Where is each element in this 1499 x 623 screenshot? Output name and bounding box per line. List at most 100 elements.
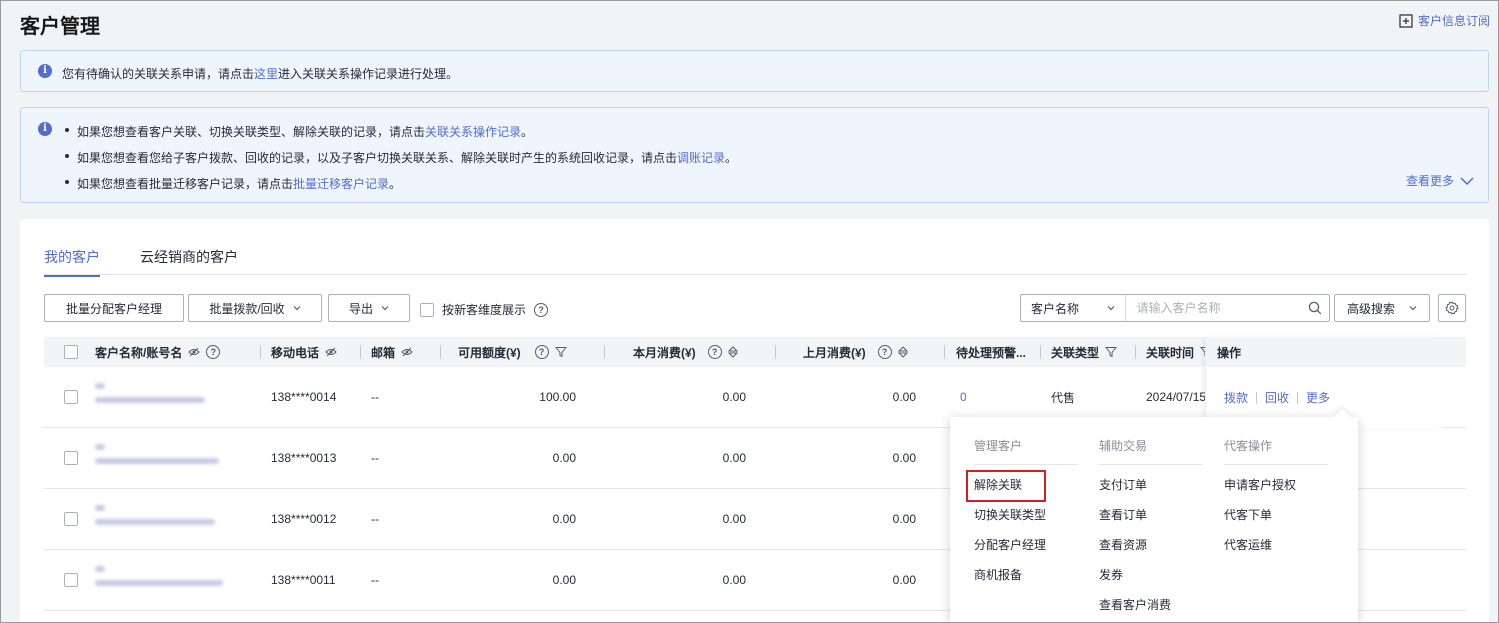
help-icon[interactable]: ? [534,345,549,359]
menu-group-manage: 管理客户 解除关联 切换关联类型 分配客户经理 商机报备 [966,437,1078,589]
filter-icon[interactable] [1105,346,1118,358]
new-dimension-checkbox[interactable] [420,302,434,317]
col-credit-label: 可用额度(¥) [458,345,521,360]
sort-icon[interactable] [897,346,908,358]
migration-records-link[interactable]: 批量迁移客户记录 [293,177,389,191]
this-month-cell: 0.00 [722,451,746,465]
page-title: 客户管理 [20,16,100,38]
email-cell: -- [371,390,379,404]
relation-records-link[interactable]: 关联关系操作记录 [425,125,521,139]
search-group: 客户名称 [1020,294,1330,322]
row-checkbox[interactable] [64,573,78,587]
menu-item-proxy-order[interactable]: 代客下单 [1224,499,1328,529]
menu-item-unlink[interactable]: 解除关联 [966,469,1078,502]
customer-name-blurred[interactable] [95,444,219,472]
eye-hidden-icon[interactable] [188,347,201,357]
subscribe-button[interactable]: 客户信息订阅 [1399,12,1490,29]
col-email-label: 邮箱 [371,345,396,360]
more-link[interactable]: 更多 [1306,389,1330,406]
tab-my-customers[interactable]: 我的客户 [44,247,100,277]
here-link[interactable]: 这里 [254,67,278,81]
col-phone-label: 移动电话 [271,345,320,360]
column-divider [260,345,261,359]
menu-item-view-orders[interactable]: 查看订单 [1099,499,1203,529]
credit-cell: 0.00 [552,512,576,526]
row-select [64,550,78,610]
this-month-cell: 0.00 [722,390,746,404]
notice-item: 如果您想查看批量迁移客户记录，请点击批量迁移客户记录。 [77,175,401,192]
column-divider [944,345,945,359]
chevron-down-icon [1460,176,1474,185]
batch-allocate-label: 批量拨款/回收 [209,301,285,316]
allocate-link[interactable]: 拨款 [1224,389,1248,406]
help-icon[interactable]: ? [707,345,722,359]
phone-cell: 138****0014 [271,390,337,404]
column-divider [1040,345,1041,359]
table-settings-button[interactable] [1438,294,1466,322]
search-type-select[interactable]: 客户名称 [1021,295,1127,321]
menu-item-proxy-ops[interactable]: 代客运维 [1224,529,1328,559]
menu-group-title: 代客操作 [1224,437,1328,465]
this-month-cell: 0.00 [722,573,746,587]
row-checkbox[interactable] [64,451,78,465]
notice-text-part: 。 [389,177,402,191]
col-last-month-label: 上月消费(¥) [803,345,866,360]
customer-name-blurred[interactable] [95,505,215,533]
records-notice: i 如果您想查看客户关联、切换关联类型、解除关联的记录，请点击关联关系操作记录。… [20,107,1489,203]
select-all-checkbox[interactable] [64,345,78,359]
chevron-down-icon [1108,306,1115,311]
help-icon[interactable]: ? [206,345,221,359]
row-checkbox[interactable] [64,512,78,526]
customer-name-blurred[interactable] [95,566,223,594]
col-ops-label: 操作 [1206,337,1443,367]
notice-text-part: 如果您想查看客户关联、切换关联类型、解除关联的记录，请点击 [77,125,426,139]
menu-item-view-consumption[interactable]: 查看客户消费 [1099,589,1203,619]
notice-text-part: 。 [521,125,534,139]
see-more-button[interactable]: 查看更多 [1406,172,1474,189]
menu-item-view-resources[interactable]: 查看资源 [1099,529,1203,559]
divider [1297,391,1299,404]
email-cell: -- [371,573,379,587]
menu-item-pay-order[interactable]: 支付订单 [1099,469,1203,499]
col-relation-time: 关联时间 [1146,337,1213,367]
search-input[interactable] [1126,295,1302,321]
column-divider [604,345,605,359]
search-icon[interactable] [1301,295,1329,321]
column-divider [1135,345,1136,359]
row-checkbox[interactable] [64,390,78,404]
notice-text-part: 您有待确认的关联关系申请，请点击 [62,67,255,81]
column-divider [360,345,361,359]
help-icon[interactable]: ? [877,345,892,359]
menu-item-request-authorization[interactable]: 申请客户授权 [1224,469,1328,499]
advanced-search-button[interactable]: 高级搜索 [1334,294,1430,322]
menu-group-trade: 辅助交易 支付订单 查看订单 查看资源 发券 查看客户消费 [1099,437,1203,619]
operations-column: 操作 拨款 回收 更多 [1205,337,1443,429]
batch-assign-manager-button[interactable]: 批量分配客户经理 [44,294,184,322]
col-relation-type: 关联类型 [1051,337,1118,367]
menu-item-assign-manager[interactable]: 分配客户经理 [974,529,1078,559]
sort-icon[interactable] [727,346,738,358]
divider [1256,391,1258,404]
row-select [64,367,78,427]
col-last-month: 上月消费(¥) ? [803,337,908,367]
notice-text-part: 。 [725,151,738,165]
adjustment-records-link[interactable]: 调账记录 [677,151,725,165]
customer-name-blurred[interactable] [95,383,205,411]
credit-cell: 0.00 [552,573,576,587]
filter-icon[interactable] [554,346,567,358]
credit-cell: 0.00 [552,451,576,465]
menu-item-issue-coupon[interactable]: 发券 [1099,559,1203,589]
batch-allocate-button[interactable]: 批量拨款/回收 [188,294,322,322]
eye-hidden-icon[interactable] [325,347,337,357]
tab-reseller-customers[interactable]: 云经销商的客户 [140,247,238,275]
pending-notice: i 您有待确认的关联关系申请，请点击这里进入关联关系操作记录进行处理。 [20,50,1489,92]
bullet [65,180,69,184]
col-relation-time-label: 关联时间 [1146,345,1195,360]
export-button[interactable]: 导出 [328,294,410,322]
recycle-link[interactable]: 回收 [1265,389,1289,406]
menu-item-switch-relation-type[interactable]: 切换关联类型 [974,499,1078,529]
help-icon[interactable]: ? [534,302,549,317]
column-divider [440,345,441,359]
menu-item-opportunity-report[interactable]: 商机报备 [974,559,1078,589]
eye-hidden-icon[interactable] [401,347,413,357]
